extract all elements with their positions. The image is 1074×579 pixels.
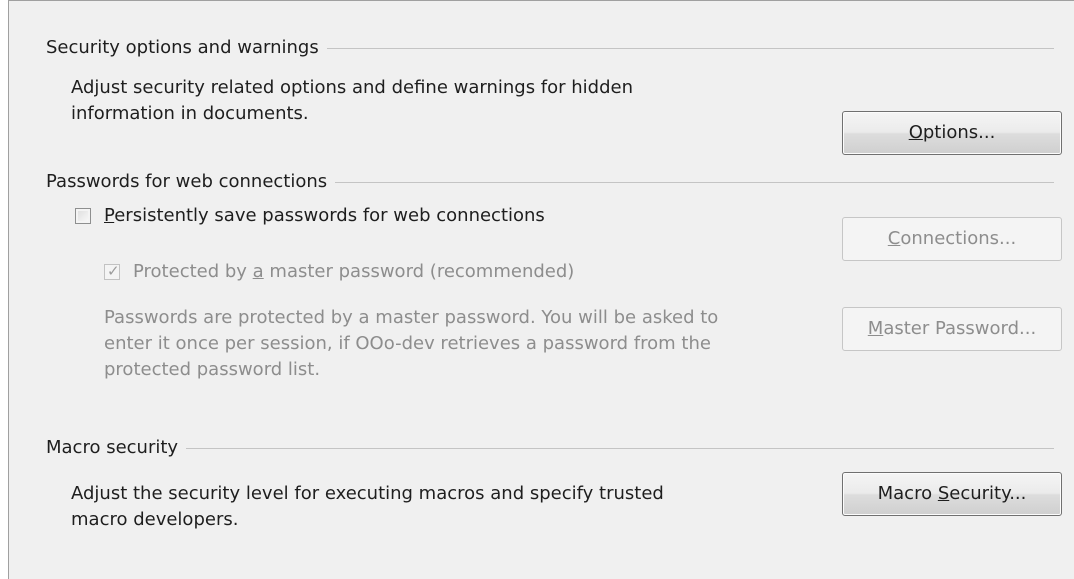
macro-description-line-2: macro developers.: [71, 509, 239, 530]
master-password-description-line-2: enter it once per session, if OOo-dev re…: [104, 333, 711, 354]
section-title-passwords: Passwords for web connections: [46, 171, 336, 193]
master-password-button-label: aster Password...: [883, 318, 1037, 339]
persist-passwords-mnemonic: P: [104, 205, 115, 226]
macro-security-button[interactable]: Macro Security...: [842, 472, 1062, 516]
section-title-security: Security options and warnings: [46, 37, 327, 59]
master-password-button-mnemonic: M: [867, 318, 884, 339]
persist-passwords-label[interactable]: Persistently save passwords for web conn…: [104, 203, 545, 229]
master-password-description-line-3: protected password list.: [104, 359, 321, 380]
security-description-line-1: Adjust security related options and defi…: [71, 77, 634, 98]
security-description-line-2: information in documents.: [71, 103, 309, 124]
macro-security-button-label: ecurity...: [949, 483, 1027, 504]
master-password-checkbox[interactable]: ✓: [104, 262, 120, 280]
master-password-label[interactable]: Protected by a master password (recommen…: [133, 259, 574, 285]
master-password-description-line-1: Passwords are protected by a master pass…: [104, 307, 719, 328]
options-button-label: ptions...: [922, 122, 996, 143]
macro-description: Adjust the security level for executing …: [71, 481, 664, 533]
connections-button-mnemonic: C: [887, 228, 901, 249]
master-password-mnemonic: a: [252, 261, 264, 282]
macro-security-button-before: Macro: [877, 483, 938, 504]
persist-passwords-label-text: ersistently save passwords for web conne…: [114, 205, 545, 226]
security-options-panel: Security options and warnings Adjust sec…: [8, 0, 1074, 579]
connections-button-label: onnections...: [900, 228, 1017, 249]
master-password-label-after: master password (recommended): [263, 261, 575, 282]
security-description: Adjust security related options and defi…: [71, 75, 633, 127]
section-separator-macro: [46, 448, 1054, 449]
options-button[interactable]: Options...: [842, 111, 1062, 155]
macro-description-line-1: Adjust the security level for executing …: [71, 483, 664, 504]
macro-security-button-mnemonic: S: [937, 483, 950, 504]
master-password-description: Passwords are protected by a master pass…: [104, 305, 718, 383]
connections-button[interactable]: Connections...: [842, 217, 1062, 261]
options-button-mnemonic: O: [908, 122, 923, 143]
check-icon: ✓: [107, 262, 120, 280]
persist-passwords-checkbox[interactable]: [75, 208, 91, 224]
master-password-label-before: Protected by: [133, 261, 253, 282]
master-password-button[interactable]: Master Password...: [842, 307, 1062, 351]
section-title-macro: Macro security: [46, 437, 187, 459]
